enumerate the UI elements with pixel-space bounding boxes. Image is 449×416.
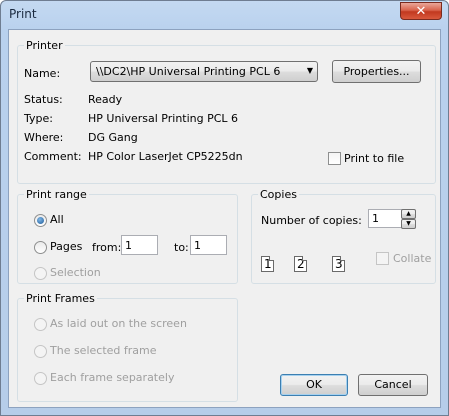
collate-page-number: 2 <box>297 257 305 271</box>
chevron-down-icon: ▼ <box>306 66 313 75</box>
comment-value: HP Color LaserJet CP5225dn <box>88 150 243 163</box>
copies-input[interactable] <box>368 209 403 228</box>
close-button[interactable]: ✕ <box>400 2 442 20</box>
where-label: Where: <box>24 131 64 144</box>
pages-radio[interactable] <box>34 241 47 254</box>
printer-group: Printer Name: \\DC2\HP Universal Printin… <box>17 39 436 184</box>
collate-page-icon: 1 <box>261 256 274 272</box>
collate-label[interactable]: Collate <box>393 252 431 265</box>
collate-page-icon: 2 <box>294 256 307 272</box>
frames-as-laid-out-radio[interactable] <box>34 318 47 331</box>
all-label[interactable]: All <box>50 213 64 226</box>
type-label: Type: <box>24 112 53 125</box>
status-label: Status: <box>24 93 63 106</box>
selection-radio[interactable] <box>34 267 47 280</box>
where-value: DG Gang <box>88 131 138 144</box>
collate-page-number: 3 <box>348 249 356 263</box>
selection-label[interactable]: Selection <box>50 266 101 279</box>
printer-name-label: Name: <box>24 67 61 80</box>
copies-increment-button[interactable]: ▲ <box>401 209 416 219</box>
dialog-body: Printer Name: \\DC2\HP Universal Printin… <box>8 29 441 408</box>
print-to-file-checkbox[interactable] <box>328 152 341 165</box>
frames-separately-label[interactable]: Each frame separately <box>50 371 174 384</box>
frames-separately-radio[interactable] <box>34 372 47 385</box>
status-value: Ready <box>88 93 123 106</box>
collate-page-number: 1 <box>277 249 285 263</box>
print-dialog: Print ✕ Printer Name: \\DC2\HP Universal… <box>0 0 449 416</box>
properties-button[interactable]: Properties... <box>332 60 421 83</box>
print-frames-group-label: Print Frames <box>24 292 97 305</box>
spin-down-icon: ▼ <box>406 220 411 227</box>
copies-group-label: Copies <box>258 188 299 201</box>
copies-decrement-button[interactable]: ▼ <box>401 219 416 229</box>
frames-selected-label[interactable]: The selected frame <box>50 344 157 357</box>
to-label: to: <box>174 241 189 254</box>
collate-page-number: 1 <box>264 257 272 271</box>
frames-as-laid-out-label[interactable]: As laid out on the screen <box>50 317 187 330</box>
print-range-group: Print range All Pages from: to: Selectio… <box>17 188 238 284</box>
collate-page-number: 2 <box>310 249 318 263</box>
ok-button[interactable]: OK <box>280 374 348 396</box>
printer-name-value: \\DC2\HP Universal Printing PCL 6 <box>96 65 281 78</box>
print-frames-group: Print Frames As laid out on the screen T… <box>17 292 238 402</box>
frames-selected-radio[interactable] <box>34 345 47 358</box>
from-label: from: <box>92 241 122 254</box>
copies-group: Copies Number of copies: ▲ ▼ 1 1 2 2 3 3… <box>251 188 436 284</box>
number-of-copies-label: Number of copies: <box>261 214 362 227</box>
all-radio[interactable] <box>34 214 47 227</box>
collate-checkbox[interactable] <box>376 252 389 265</box>
print-to-file-label[interactable]: Print to file <box>344 152 404 165</box>
to-page-input[interactable] <box>190 235 227 255</box>
comment-label: Comment: <box>24 150 82 163</box>
print-range-group-label: Print range <box>24 188 89 201</box>
title-bar[interactable]: Print ✕ <box>1 1 448 29</box>
from-page-input[interactable] <box>121 235 158 255</box>
collate-page-number: 3 <box>335 257 343 271</box>
spin-up-icon: ▲ <box>406 210 411 217</box>
pages-label[interactable]: Pages <box>50 240 82 253</box>
close-icon: ✕ <box>415 4 427 19</box>
cancel-button[interactable]: Cancel <box>358 374 428 396</box>
collate-page-icon: 3 <box>332 256 345 272</box>
printer-name-dropdown[interactable]: \\DC2\HP Universal Printing PCL 6 ▼ <box>90 61 318 82</box>
window-title: Print <box>9 7 37 21</box>
printer-group-label: Printer <box>24 39 65 52</box>
type-value: HP Universal Printing PCL 6 <box>88 112 239 125</box>
